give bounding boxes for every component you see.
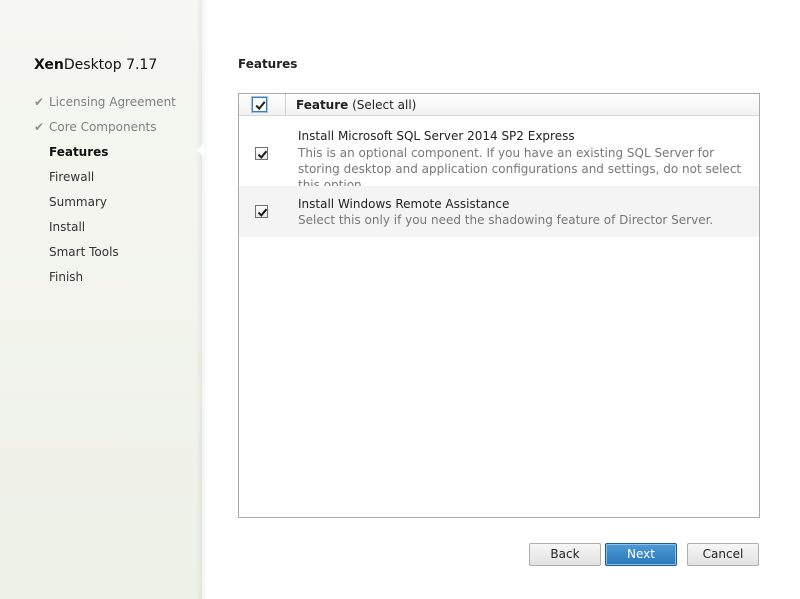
product-brand: Xen: [34, 57, 64, 73]
product-title: XenDesktop 7.17: [34, 57, 157, 73]
column-header-label: Feature: [296, 98, 349, 112]
step-licensing-agreement: ✔ Licensing Agreement: [34, 94, 176, 119]
select-all-label: (Select all): [352, 98, 417, 112]
step-label: Finish: [49, 270, 84, 284]
step-summary: Summary: [34, 194, 176, 219]
cancel-button[interactable]: Cancel: [687, 543, 759, 566]
step-label: Features: [49, 145, 109, 159]
feature-row-sql-server[interactable]: Install Microsoft SQL Server 2014 SP2 Ex…: [239, 117, 759, 192]
step-label: Licensing Agreement: [49, 95, 176, 109]
step-install: Install: [34, 219, 176, 244]
feature-row-remote-assistance[interactable]: Install Windows Remote Assistance Select…: [239, 186, 759, 237]
sidebar: [0, 0, 202, 599]
step-smart-tools: Smart Tools: [34, 244, 176, 269]
step-label: Install: [49, 220, 86, 234]
step-label: Smart Tools: [49, 245, 119, 259]
select-all-checkbox[interactable]: [251, 96, 268, 113]
active-step-pointer: [197, 143, 204, 157]
sql-server-checkbox[interactable]: [255, 147, 268, 160]
sidebar-divider: [196, 0, 208, 599]
step-core-components: ✔ Core Components: [34, 119, 176, 144]
remote-assistance-checkbox[interactable]: [255, 205, 268, 218]
checkmark-icon: ✔: [34, 120, 45, 134]
step-label: Core Components: [49, 120, 157, 134]
back-button[interactable]: Back: [529, 543, 601, 566]
next-button[interactable]: Next: [605, 543, 677, 566]
step-label: Summary: [49, 195, 107, 209]
table-header: Feature (Select all): [239, 94, 759, 116]
feature-description: Select this only if you need the shadowi…: [298, 213, 714, 227]
checkmark-icon: [257, 150, 268, 159]
step-finish: Finish: [34, 269, 176, 294]
checkmark-icon: [255, 101, 266, 111]
checkmark-icon: [257, 208, 268, 217]
step-firewall: Firewall: [34, 169, 176, 194]
column-divider: [285, 94, 286, 116]
checkmark-icon: ✔: [34, 95, 45, 109]
page-title: Features: [238, 57, 298, 71]
step-list: ✔ Licensing Agreement ✔ Core Components …: [34, 94, 176, 294]
features-table: Feature (Select all) Install Microsoft S…: [238, 93, 760, 518]
step-label: Firewall: [49, 170, 95, 184]
step-features: Features: [34, 144, 176, 169]
column-header-feature[interactable]: Feature (Select all): [296, 98, 416, 112]
feature-title: Install Windows Remote Assistance: [298, 197, 510, 211]
feature-title: Install Microsoft SQL Server 2014 SP2 Ex…: [298, 129, 575, 143]
product-name: Desktop 7.17: [63, 57, 158, 73]
